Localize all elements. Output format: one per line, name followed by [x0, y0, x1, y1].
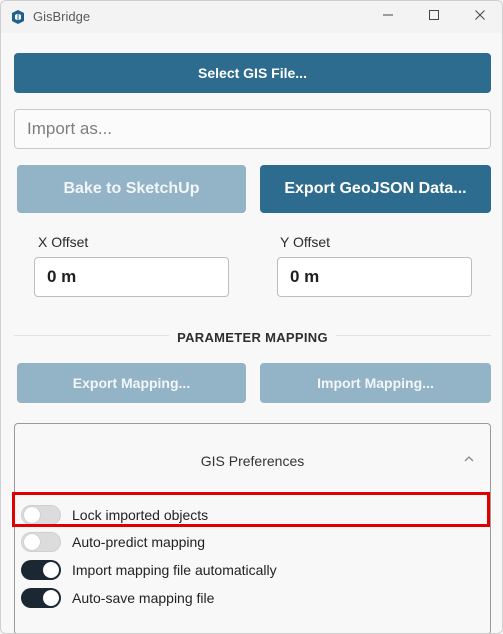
import-mapping-automatically-label: Import mapping file automatically: [72, 562, 277, 578]
auto-predict-mapping-toggle[interactable]: [21, 532, 61, 552]
toggle-knob: [24, 507, 40, 523]
main-content: Select GIS File... Import as... Bake to …: [1, 33, 502, 633]
import-mapping-button[interactable]: Import Mapping...: [260, 363, 491, 403]
auto-predict-mapping-label: Auto-predict mapping: [72, 534, 206, 550]
chevron-up-icon[interactable]: [462, 452, 476, 466]
y-offset-label: Y Offset: [280, 234, 331, 250]
toggle-knob: [43, 590, 59, 606]
maximize-icon: [428, 8, 440, 26]
sketchup-logo-icon: [10, 9, 26, 25]
app-window: GisBridge Select GIS File... Import as..…: [0, 0, 503, 634]
lock-imported-objects-label: Lock imported objects: [72, 507, 209, 523]
y-offset-input[interactable]: 0 m: [277, 257, 472, 297]
select-gis-file-button[interactable]: Select GIS File...: [14, 53, 491, 93]
auto-save-mapping-row: Auto-save mapping file: [21, 586, 481, 610]
minimize-button[interactable]: [365, 1, 411, 33]
parameter-mapping-heading: PARAMETER MAPPING: [1, 330, 502, 345]
auto-predict-mapping-row: Auto-predict mapping: [21, 530, 481, 554]
parameter-mapping-heading-text: PARAMETER MAPPING: [169, 330, 336, 345]
window-title: GisBridge: [33, 9, 91, 24]
toggle-knob: [24, 534, 40, 550]
lock-imported-objects-row: Lock imported objects: [21, 503, 481, 527]
bake-to-sketchup-button[interactable]: Bake to SketchUp: [17, 165, 246, 213]
import-mapping-automatically-toggle[interactable]: [21, 560, 61, 580]
minimize-icon: [382, 8, 394, 26]
auto-save-mapping-label: Auto-save mapping file: [72, 590, 215, 606]
close-icon: [474, 8, 486, 26]
x-offset-input[interactable]: 0 m: [34, 257, 229, 297]
import-mapping-automatically-row: Import mapping file automatically: [21, 558, 481, 582]
lock-imported-objects-toggle[interactable]: [21, 505, 61, 525]
title-bar: GisBridge: [1, 1, 502, 33]
gis-preferences-title[interactable]: GIS Preferences: [15, 453, 490, 469]
maximize-button[interactable]: [411, 1, 457, 33]
toggle-knob: [43, 562, 59, 578]
close-button[interactable]: [457, 1, 502, 33]
import-as-field[interactable]: Import as...: [14, 109, 491, 149]
x-offset-label: X Offset: [38, 234, 89, 250]
export-geojson-button[interactable]: Export GeoJSON Data...: [260, 165, 491, 213]
gis-preferences-panel: GIS Preferences Lock imported objects Au…: [14, 423, 491, 633]
export-mapping-button[interactable]: Export Mapping...: [17, 363, 246, 403]
auto-save-mapping-toggle[interactable]: [21, 588, 61, 608]
